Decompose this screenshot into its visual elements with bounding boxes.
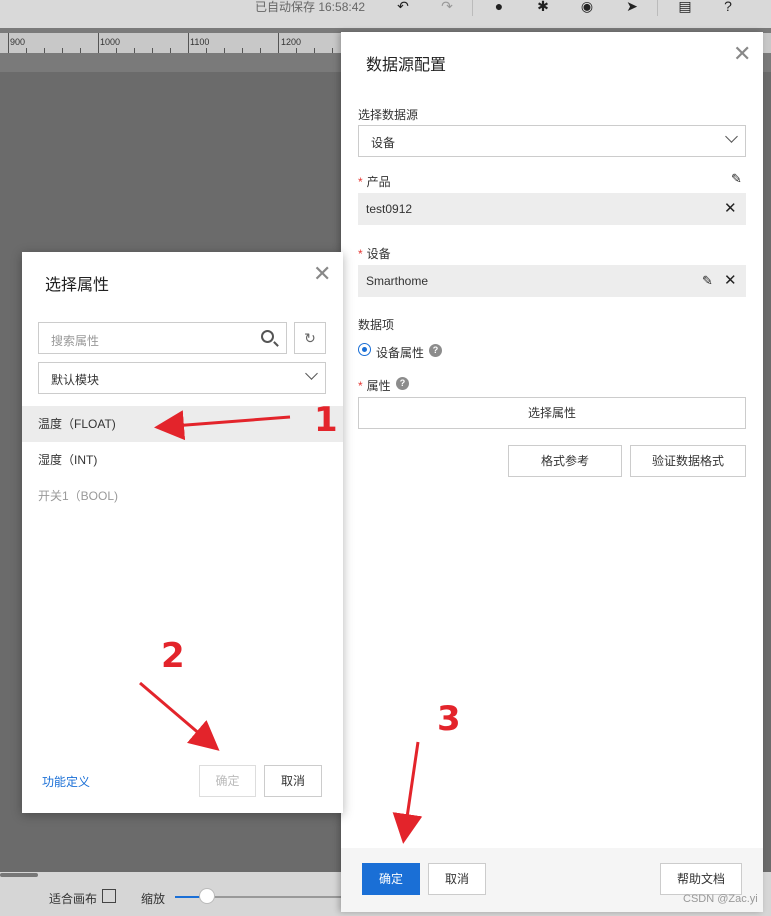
toolbar-divider: [472, 0, 473, 16]
annotation-number: 2: [161, 636, 185, 676]
ruler-tick: [170, 48, 171, 53]
eye-icon[interactable]: ◉: [579, 0, 595, 14]
help-icon[interactable]: ?: [720, 0, 736, 14]
search-icon[interactable]: [261, 330, 274, 343]
horizontal-scrollbar[interactable]: [0, 873, 38, 877]
product-value: test0912: [366, 202, 413, 216]
edit-icon[interactable]: ✎: [702, 274, 713, 288]
ruler-tick: [242, 48, 243, 53]
attr-list-item[interactable]: 湿度（INT): [22, 442, 343, 478]
toolbar-divider: [657, 0, 658, 16]
ruler-tick: [116, 48, 117, 53]
device-attr-radio[interactable]: [358, 343, 371, 356]
attr-list-item[interactable]: 温度（FLOAT): [22, 406, 343, 442]
ruler-tick: [224, 48, 225, 53]
ruler-tick: [98, 33, 99, 53]
chevron-down-icon: [725, 130, 738, 143]
send-icon[interactable]: ➤: [624, 0, 640, 14]
module-select[interactable]: 默认模块: [38, 362, 326, 394]
product-field[interactable]: test0912 ✕: [358, 193, 746, 225]
panel-title: 数据源配置: [366, 57, 447, 74]
ruler-tick: [8, 33, 9, 53]
check-circle-icon[interactable]: ●: [491, 0, 507, 14]
clear-icon[interactable]: ✕: [724, 201, 737, 216]
module-select-value: 默认模块: [51, 373, 100, 387]
datasource-select-value: 设备: [371, 136, 396, 150]
attr-list-item: 开关1（BOOL): [38, 489, 119, 503]
device-value: Smarthome: [366, 274, 429, 288]
ruler-tick: [62, 48, 63, 53]
dialog-cancel-button[interactable]: 取消: [264, 765, 322, 797]
ruler-tick: [134, 48, 135, 53]
zoom-slider-handle[interactable]: [199, 888, 215, 904]
ruler-tick: [188, 33, 189, 53]
device-attr-option-label[interactable]: 设备属性: [376, 344, 424, 361]
clear-icon[interactable]: ✕: [724, 273, 737, 288]
ruler-tick: [206, 48, 207, 53]
search-placeholder: 搜索属性: [51, 334, 100, 348]
watermark: CSDN @Zac.yi: [683, 893, 758, 905]
ruler-label: 1100: [190, 37, 210, 47]
help-doc-button[interactable]: 帮助文档: [660, 863, 742, 895]
device-field[interactable]: Smarthome ✎ ✕: [358, 265, 746, 297]
close-icon[interactable]: ✕: [733, 43, 751, 65]
help-icon[interactable]: ?: [396, 377, 409, 390]
document-icon[interactable]: ▤: [677, 0, 693, 14]
annotation-number: 1: [314, 400, 338, 440]
ruler-label: 1200: [281, 37, 302, 47]
data-item-label: 数据项: [358, 318, 395, 332]
search-input[interactable]: 搜索属性: [38, 322, 287, 354]
ruler-tick: [278, 33, 279, 53]
format-reference-button[interactable]: 格式参考: [508, 445, 622, 477]
ruler-tick: [314, 48, 315, 53]
confirm-button[interactable]: 确定: [362, 863, 420, 895]
attr-label: * 属性: [358, 379, 391, 393]
fit-canvas-label[interactable]: 适合画布: [49, 890, 97, 907]
annotation-number: 3: [437, 699, 461, 739]
bug-icon[interactable]: ✱: [535, 0, 551, 14]
product-label: * 产品: [358, 175, 391, 189]
source-label: 选择数据源: [358, 108, 419, 122]
close-icon[interactable]: ✕: [313, 263, 331, 285]
select-attr-dialog: 选择属性 ✕ 搜索属性 ↻ 默认模块 温度（FLOAT) 湿度（INT) 开关1…: [22, 252, 343, 813]
ruler-tick: [260, 48, 261, 53]
ruler-tick: [26, 48, 27, 53]
cancel-button[interactable]: 取消: [428, 863, 486, 895]
redo-icon[interactable]: ↷: [439, 0, 455, 14]
ruler-label: 900: [10, 37, 26, 47]
refresh-icon[interactable]: ↻: [294, 322, 326, 354]
device-label: * 设备: [358, 247, 391, 261]
ruler-tick: [332, 48, 333, 53]
zoom-label: 缩放: [141, 892, 166, 906]
ruler-tick: [296, 48, 297, 53]
datasource-config-panel: 数据源配置 ✕ 选择数据源 设备 * 产品 ✎ test0912 ✕ * 设备 Sm…: [341, 32, 763, 912]
datasource-select[interactable]: 设备: [358, 125, 746, 157]
top-toolbar: 已自动保存 16:58:42 ↶ ↷ ● ✱ ◉ ➤ ▤ ?: [0, 0, 771, 28]
select-attr-button[interactable]: 选择属性: [358, 397, 746, 429]
autosave-status: 已自动保存 16:58:42: [255, 0, 366, 14]
dialog-confirm-button[interactable]: 确定: [199, 765, 256, 797]
help-icon[interactable]: ?: [429, 344, 442, 357]
ruler-tick: [44, 48, 45, 53]
validate-format-button[interactable]: 验证数据格式: [630, 445, 746, 477]
function-definition-link[interactable]: 功能定义: [42, 773, 90, 790]
ruler-label: 1000: [100, 37, 121, 47]
chevron-down-icon: [305, 367, 318, 380]
edit-icon[interactable]: ✎: [731, 172, 742, 186]
dialog-title: 选择属性: [45, 277, 110, 294]
fit-canvas-icon[interactable]: [102, 889, 116, 903]
undo-icon[interactable]: ↶: [395, 0, 411, 14]
ruler-tick: [80, 48, 81, 53]
ruler-tick: [152, 48, 153, 53]
